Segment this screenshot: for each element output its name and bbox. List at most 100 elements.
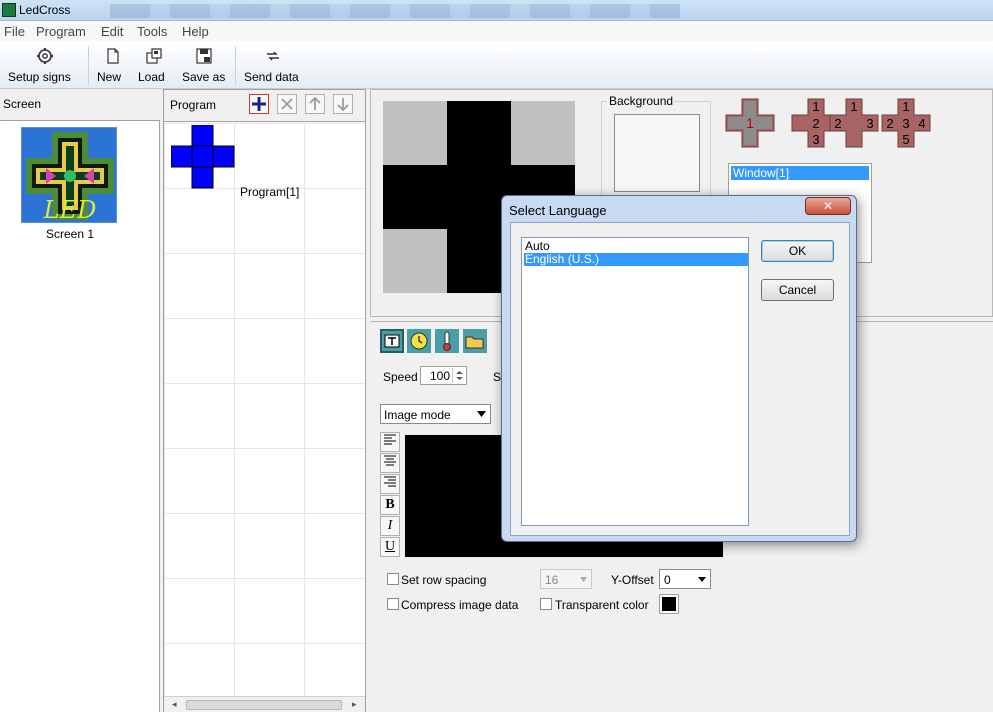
language-option-selected[interactable]: English (U.S.) bbox=[524, 253, 748, 266]
y-offset-value: 0 bbox=[664, 573, 671, 587]
temperature-tool-button[interactable] bbox=[435, 329, 459, 353]
load-button[interactable]: Load bbox=[138, 41, 170, 89]
menu-edit[interactable]: Edit bbox=[101, 24, 123, 39]
row-spacing-dropdown[interactable]: 16 bbox=[540, 569, 592, 589]
layout-number: 4 bbox=[918, 116, 925, 131]
align-right-button[interactable] bbox=[380, 474, 400, 494]
menu-program[interactable]: Program bbox=[36, 24, 86, 39]
new-button[interactable]: New bbox=[97, 41, 129, 89]
ok-button[interactable]: OK bbox=[761, 240, 834, 262]
program-item-label[interactable]: Program[1] bbox=[240, 185, 299, 199]
window-title: LedCross bbox=[19, 3, 71, 17]
layout-number: 5 bbox=[902, 132, 909, 147]
speed-value[interactable]: 100 bbox=[430, 369, 450, 383]
new-label: New bbox=[97, 70, 122, 84]
led-logo-text: LED bbox=[43, 196, 97, 224]
program-panel-header: Program bbox=[164, 90, 365, 122]
screen-thumbnail[interactable]: LED bbox=[21, 127, 117, 224]
preview-corner-cell bbox=[383, 229, 447, 293]
send-data-button[interactable]: Send data bbox=[244, 41, 302, 89]
window-list-item[interactable]: Window[1] bbox=[731, 166, 869, 180]
layout-4-icon[interactable]: 1 2 3 4 5 bbox=[881, 98, 931, 148]
align-right-icon bbox=[384, 476, 396, 487]
menu-file[interactable]: File bbox=[4, 24, 25, 39]
spinner-arrows[interactable] bbox=[452, 368, 465, 383]
underline-button[interactable]: U bbox=[380, 537, 400, 557]
align-left-button[interactable] bbox=[380, 432, 400, 452]
layout-number: 1 bbox=[746, 115, 754, 131]
new-file-icon bbox=[107, 48, 119, 64]
chevron-down-icon bbox=[580, 577, 587, 582]
scroll-right-icon[interactable]: ▸ bbox=[352, 699, 357, 710]
menu-bar: File Program Edit Tools Help bbox=[0, 21, 993, 41]
screen-panel: Screen LED Screen 1 bbox=[0, 89, 160, 712]
y-offset-dropdown[interactable]: 0 bbox=[659, 569, 711, 589]
program-cross-icon[interactable] bbox=[171, 125, 235, 189]
dialog-title: Select Language bbox=[509, 203, 607, 218]
program-horizontal-scrollbar[interactable]: ◂ ▸ bbox=[164, 696, 365, 712]
add-program-button[interactable] bbox=[249, 94, 269, 114]
mode-dropdown[interactable]: Image mode bbox=[380, 404, 491, 424]
scroll-thumb[interactable] bbox=[186, 700, 342, 710]
layout-number: 3 bbox=[812, 132, 819, 147]
plus-icon bbox=[252, 97, 266, 111]
thermometer-icon bbox=[443, 331, 451, 351]
layout-number: 2 bbox=[886, 116, 893, 131]
layout-number: 3 bbox=[866, 116, 873, 131]
align-center-button[interactable] bbox=[380, 453, 400, 473]
delete-program-button[interactable] bbox=[277, 94, 297, 114]
layout-number: 3 bbox=[902, 116, 909, 131]
cancel-button[interactable]: Cancel bbox=[761, 279, 834, 301]
bold-button[interactable]: B bbox=[380, 495, 400, 515]
screen-name-label[interactable]: Screen 1 bbox=[46, 227, 94, 241]
clock-tool-button[interactable] bbox=[407, 329, 431, 353]
dialog-body: Auto English (U.S.) OK Cancel bbox=[510, 222, 850, 536]
program-panel: Program Program[1] ◂ ▸ bbox=[163, 89, 366, 712]
menu-tools[interactable]: Tools bbox=[137, 24, 167, 39]
layout-1-icon[interactable]: 1 bbox=[725, 98, 775, 148]
background-picker[interactable] bbox=[614, 114, 700, 192]
row-spacing-checkbox[interactable] bbox=[387, 573, 399, 585]
layout-number: 1 bbox=[850, 99, 857, 114]
save-as-button[interactable]: Save as bbox=[182, 41, 226, 89]
gear-icon bbox=[37, 48, 53, 64]
setup-signs-label: Setup signs bbox=[8, 70, 71, 84]
toolbar-divider bbox=[88, 46, 89, 84]
open-file-tool-button[interactable] bbox=[463, 329, 487, 353]
row-spacing-value: 16 bbox=[545, 573, 559, 587]
title-bar: LedCross bbox=[0, 0, 993, 21]
layout-3-icon[interactable]: 1 2 3 bbox=[829, 98, 879, 148]
move-up-button[interactable] bbox=[305, 94, 325, 114]
language-list[interactable]: Auto English (U.S.) bbox=[521, 237, 749, 526]
folder-icon bbox=[465, 336, 484, 349]
chevron-down-icon bbox=[477, 411, 486, 417]
chevron-down-icon bbox=[698, 577, 706, 582]
taskbar-blur bbox=[110, 4, 680, 18]
move-down-button[interactable] bbox=[333, 94, 353, 114]
layout-number: 2 bbox=[812, 116, 819, 131]
save-as-icon bbox=[196, 48, 212, 64]
transparent-color-swatch[interactable] bbox=[659, 594, 679, 614]
speed-spinner[interactable]: 100 bbox=[420, 366, 467, 385]
load-icon bbox=[146, 48, 162, 64]
compress-image-checkbox[interactable] bbox=[387, 598, 399, 610]
align-center-icon bbox=[384, 455, 396, 466]
text-tool-button[interactable] bbox=[380, 329, 404, 353]
transparent-color-checkbox[interactable] bbox=[540, 598, 552, 610]
menu-help[interactable]: Help bbox=[182, 24, 209, 39]
compress-image-label: Compress image data bbox=[401, 598, 519, 612]
send-data-label: Send data bbox=[244, 70, 299, 84]
layout-number: 2 bbox=[834, 116, 841, 131]
text-icon bbox=[384, 334, 400, 348]
layout-number: 1 bbox=[902, 99, 909, 114]
spinner-arrows-icon bbox=[456, 371, 463, 380]
dialog-close-button[interactable]: ✕ bbox=[805, 197, 851, 215]
led-cross-logo: LED bbox=[26, 132, 114, 224]
app-icon bbox=[2, 3, 16, 17]
align-left-icon bbox=[384, 434, 396, 445]
close-icon: ✕ bbox=[822, 199, 834, 213]
setup-signs-button[interactable]: Setup signs bbox=[8, 41, 82, 89]
screen-panel-header: Screen bbox=[0, 89, 160, 121]
scroll-left-icon[interactable]: ◂ bbox=[172, 699, 177, 710]
italic-button[interactable]: I bbox=[380, 516, 400, 536]
